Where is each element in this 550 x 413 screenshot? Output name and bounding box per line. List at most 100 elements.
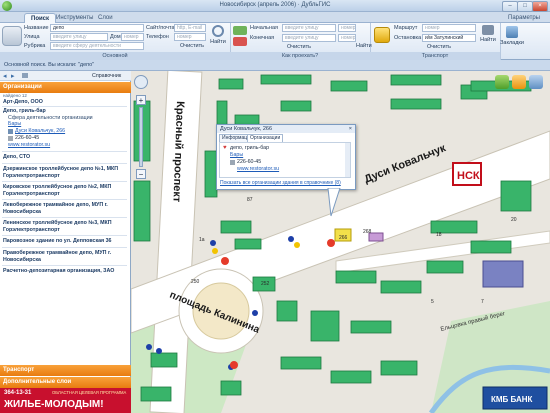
divider xyxy=(2,247,127,248)
popup-org-name[interactable]: депо, гриль-бар xyxy=(230,145,269,151)
start-house-input[interactable]: номер xyxy=(338,24,356,32)
end-house-placeholder: номер xyxy=(341,35,356,41)
params-button[interactable]: Параметры xyxy=(502,13,546,23)
list-item[interactable]: Правобережное трамвайное депо, МУП г. Но… xyxy=(3,250,127,263)
zoom-out-icon[interactable]: − xyxy=(136,169,146,179)
orgs-header[interactable]: Организации xyxy=(0,82,131,93)
name-input[interactable]: депо xyxy=(50,24,144,32)
building xyxy=(276,300,298,322)
forward-icon[interactable]: ▸ xyxy=(11,72,15,80)
find-button-label: Найти xyxy=(210,39,226,45)
phone-label: Телефон xyxy=(146,34,169,40)
bookmarks-label: Закладки xyxy=(500,40,524,46)
popup-phone: 226-60-45 xyxy=(237,159,262,165)
phone-input-placeholder: номер xyxy=(177,34,192,40)
building xyxy=(280,356,322,370)
route-clear-button[interactable]: Очистить xyxy=(282,44,316,50)
layers-header[interactable]: Дополнительные слои xyxy=(0,377,131,388)
list-item[interactable]: Левобережное трамвайное депо, МУП г. Нов… xyxy=(3,202,127,215)
back-icon[interactable]: ◂ xyxy=(3,72,7,80)
ribbon: Название депо Улица введите улицу Дом но… xyxy=(0,23,550,60)
title-bar: Новосибирск (апрель 2006) · ДубльГИС – □… xyxy=(0,0,550,12)
start-street-input[interactable]: введите улицу xyxy=(282,24,336,32)
bus-stop-icon xyxy=(252,310,258,316)
list-item-selected[interactable]: Депо, гриль-бар xyxy=(3,108,127,115)
list-item[interactable]: Дзержинское троллейбусное депо №1, МКП Г… xyxy=(3,166,127,179)
directory-label[interactable]: Справочник xyxy=(92,73,121,79)
popup-rubric-link[interactable]: Бары xyxy=(230,152,243,158)
zoom-in-icon[interactable]: + xyxy=(136,95,146,105)
bus-icon xyxy=(374,27,390,43)
zoom-slider[interactable] xyxy=(139,107,143,167)
search-status-bar: Основной поиск. Вы искали: "депо" xyxy=(0,60,550,71)
house-number: 1a xyxy=(199,237,205,243)
bookmarks-button[interactable]: Закладки xyxy=(500,26,524,46)
org-address-link[interactable]: Дуси Ковальчук, 266 xyxy=(15,128,65,134)
tab-layers[interactable]: Слои xyxy=(92,13,119,23)
phone-icon xyxy=(8,136,13,141)
map-tools-icon[interactable] xyxy=(512,75,526,89)
house-input[interactable]: номер xyxy=(121,33,144,41)
clear-button-label: Очистить xyxy=(180,43,204,49)
stop-input-value: и/м Затулинский xyxy=(425,35,464,41)
maximize-button[interactable]: □ xyxy=(517,1,533,12)
map-ruler-icon[interactable] xyxy=(529,75,543,89)
clear-button[interactable]: Очистить xyxy=(176,43,208,49)
ad-banner[interactable]: 364-13-31 ОБЛАСТНАЯ ЦЕЛЕВАЯ ПРОГРАММА ЖИ… xyxy=(0,388,131,413)
route-find-button[interactable]: Найти xyxy=(356,43,372,49)
bus-stop-icon xyxy=(146,344,152,350)
popup-site-link[interactable]: www.restorator.su xyxy=(237,166,279,172)
org-rubric-link[interactable]: Бары xyxy=(8,121,21,127)
map-canvas[interactable]: Красный проспект Дуси Ковальчук площадь … xyxy=(131,71,550,413)
tram-stop-icon xyxy=(212,248,218,254)
org-site-link[interactable]: www.restorator.su xyxy=(8,142,50,148)
list-item[interactable]: Расчетно-депозитарная организация, ЗАО xyxy=(3,268,127,275)
search-icon xyxy=(2,26,22,46)
house-number: 268 xyxy=(363,229,372,235)
list-item[interactable]: Арт-Депо, ООО xyxy=(3,99,127,106)
popup-all-orgs-link[interactable]: Показать все организации здания в справо… xyxy=(220,180,341,186)
bus-stop-icon xyxy=(210,240,216,246)
phone-input[interactable]: номер xyxy=(174,33,206,41)
list-item[interactable]: Депо, СТО xyxy=(3,154,127,161)
map-layers-icon[interactable] xyxy=(495,75,509,89)
tram-stop-icon xyxy=(294,242,300,248)
main-group-caption: Основной xyxy=(0,52,230,60)
transport-header[interactable]: Транспорт xyxy=(0,365,131,376)
building xyxy=(218,78,244,90)
list-item[interactable]: Кировское троллейбусное депо №2, МКП Гор… xyxy=(3,184,127,197)
list-item[interactable]: Ленинское троллейбусное депо №3, МКП Гор… xyxy=(3,220,127,233)
building xyxy=(380,280,422,294)
end-street-input[interactable]: введите улицу xyxy=(282,34,336,42)
transport-clear-button[interactable]: Очистить xyxy=(422,44,456,50)
building xyxy=(330,80,368,92)
transport-clear-label: Очистить xyxy=(427,44,451,50)
magnifier-icon xyxy=(212,25,224,37)
name-label: Название xyxy=(24,25,49,31)
ribbon-tabs: Поиск Инструменты Слои Параметры xyxy=(0,12,550,24)
rubric-input[interactable]: введите сферу деятельности xyxy=(50,42,144,50)
end-label: Конечная xyxy=(250,35,275,41)
site-label: Сайт/почта xyxy=(146,25,175,31)
stop-input[interactable]: и/м Затулинский xyxy=(422,34,476,42)
route-number-input[interactable]: номер xyxy=(422,24,476,32)
find-button[interactable]: Найти xyxy=(208,25,228,45)
route-number-placeholder: номер xyxy=(425,25,440,31)
minimize-button[interactable]: – xyxy=(502,1,518,12)
end-house-input[interactable]: номер xyxy=(338,34,356,42)
binoculars-icon xyxy=(482,25,494,35)
map-view[interactable]: Красный проспект Дуси Ковальчук площадь … xyxy=(131,71,550,413)
list-item[interactable]: Паровозное здание по ул. Депповская 36 xyxy=(3,238,127,245)
divider xyxy=(2,163,127,164)
pan-icon[interactable] xyxy=(134,75,148,89)
street-input[interactable]: введите улицу xyxy=(50,33,108,41)
popup-scrollbar[interactable] xyxy=(345,143,350,177)
map-popup: Дуси Ковальчук, 266 × Информация Организ… xyxy=(216,124,356,190)
close-button[interactable]: × xyxy=(532,1,548,12)
route-label: Маршрут xyxy=(394,25,418,31)
transport-group-caption: Транспорт xyxy=(370,52,500,60)
popup-close-icon[interactable]: × xyxy=(349,125,352,133)
transport-find-button[interactable]: Найти xyxy=(478,25,498,43)
site-input[interactable]: http, E-mail xyxy=(174,24,206,32)
print-icon[interactable] xyxy=(22,73,28,78)
